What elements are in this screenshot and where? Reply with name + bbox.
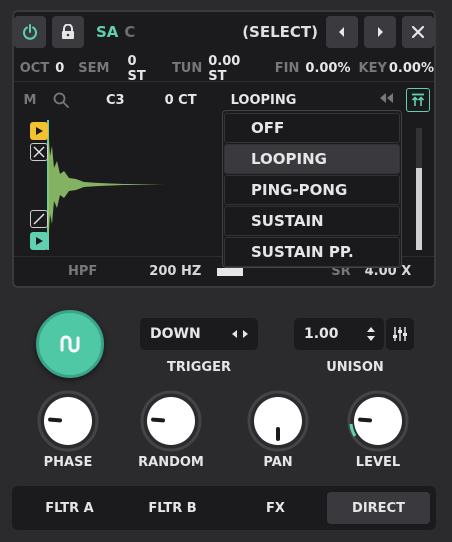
sa-toggle[interactable]: SA xyxy=(96,23,118,41)
hpf-label: HPF xyxy=(68,264,98,279)
loop-end-marker[interactable] xyxy=(30,232,48,250)
trigger-label: TRIGGER xyxy=(167,360,231,375)
loop-option-off[interactable]: OFF xyxy=(224,113,400,143)
sem-value[interactable]: 0 ST xyxy=(127,54,157,84)
sem-label: SEM xyxy=(78,61,110,76)
random-knob-pointer xyxy=(151,417,166,423)
scroll-thumb[interactable] xyxy=(416,168,422,250)
left-right-arrows-icon xyxy=(232,330,248,338)
sample-mode-button[interactable] xyxy=(36,310,104,378)
pan-knob[interactable] xyxy=(247,390,309,452)
level-knob[interactable] xyxy=(347,390,409,452)
routing-tabs: FLTR A FLTR B FX DIRECT xyxy=(12,486,436,530)
pan-label: PAN xyxy=(263,455,293,470)
stepper-arrows-icon xyxy=(367,327,375,341)
unison-settings-button[interactable] xyxy=(386,318,414,350)
oct-value[interactable]: 0 xyxy=(55,61,64,76)
arrow-right-icon xyxy=(378,27,383,37)
loop-start-marker[interactable] xyxy=(30,122,48,140)
cross-box-icon xyxy=(33,146,45,158)
c-toggle[interactable]: C xyxy=(124,23,135,41)
pitch-params-row: OCT 0 SEM 0 ST TUN 0.00 ST FIN 0.00% KEY… xyxy=(14,54,434,84)
loop-mode-dropdown: OFF LOOPING PING-PONG SUSTAIN SUSTAIN PP… xyxy=(222,110,402,268)
zoom-button[interactable] xyxy=(46,92,76,108)
fin-label: FIN xyxy=(274,61,300,76)
close-icon xyxy=(411,25,425,39)
sliders-icon xyxy=(393,327,407,341)
phase-label: PHASE xyxy=(43,455,93,470)
tab-fltr-b[interactable]: FLTR B xyxy=(121,492,224,524)
hpf-slider[interactable] xyxy=(217,265,246,278)
rewind-icon xyxy=(380,93,393,103)
trigger-select[interactable]: DOWN xyxy=(140,318,258,350)
key-label: KEY xyxy=(358,61,387,76)
loop-option-looping[interactable]: LOOPING xyxy=(224,144,400,174)
play-icon xyxy=(36,237,43,245)
sample-header: SA C (SELECT) xyxy=(14,12,434,52)
zoom-scrollbar[interactable] xyxy=(404,116,432,254)
loop-option-sustain-pp[interactable]: SUSTAIN PP. xyxy=(224,237,400,267)
slash-icon xyxy=(33,213,45,225)
unison-stepper[interactable]: 1.00 xyxy=(294,318,384,350)
tab-fltr-a[interactable]: FLTR A xyxy=(18,492,121,524)
tab-direct[interactable]: DIRECT xyxy=(327,492,430,524)
loop-clear-button[interactable] xyxy=(30,143,48,161)
prev-sample-button[interactable] xyxy=(326,16,358,48)
unison-value: 1.00 xyxy=(304,326,339,342)
tab-fx[interactable]: FX xyxy=(224,492,327,524)
slope-button[interactable] xyxy=(30,210,48,228)
random-label: RANDOM xyxy=(138,455,204,470)
waveform-loop-icon xyxy=(60,335,80,353)
phase-knob[interactable] xyxy=(37,390,99,452)
tun-value[interactable]: 0.00 ST xyxy=(208,54,261,84)
loop-mode-value[interactable]: LOOPING xyxy=(231,93,297,108)
tun-label: TUN xyxy=(171,61,203,76)
sample-select-label[interactable]: (SELECT) xyxy=(242,23,318,41)
loop-option-sustain[interactable]: SUSTAIN xyxy=(224,206,400,236)
hpf-value[interactable]: 200 HZ xyxy=(149,264,201,279)
fin-value[interactable]: 0.00% xyxy=(305,61,350,76)
key-value[interactable]: 0.00% xyxy=(389,61,434,76)
lock-button[interactable] xyxy=(52,16,84,48)
raise-arrows-icon xyxy=(411,93,425,106)
random-knob[interactable] xyxy=(140,390,202,452)
next-sample-button[interactable] xyxy=(364,16,396,48)
cents-value[interactable]: 0 CT xyxy=(165,93,197,108)
close-button[interactable] xyxy=(402,16,434,48)
power-button[interactable] xyxy=(14,16,46,48)
play-icon xyxy=(36,127,43,135)
oct-label: OCT xyxy=(19,61,50,76)
level-knob-pointer xyxy=(358,417,373,423)
m-toggle[interactable]: M xyxy=(14,93,46,108)
rewind-button[interactable] xyxy=(378,92,394,108)
arrow-left-icon xyxy=(339,27,344,37)
phase-knob-pointer xyxy=(48,417,63,423)
level-label: LEVEL xyxy=(355,455,401,470)
root-note-value[interactable]: C3 xyxy=(106,93,125,108)
loop-option-ping-pong[interactable]: PING-PONG xyxy=(224,175,400,205)
power-icon xyxy=(23,24,37,40)
gain-rise-toggle[interactable] xyxy=(406,88,430,112)
unison-label: UNISON xyxy=(326,360,384,375)
lock-icon xyxy=(62,24,74,39)
search-icon xyxy=(53,92,69,108)
trigger-value: DOWN xyxy=(150,326,201,342)
